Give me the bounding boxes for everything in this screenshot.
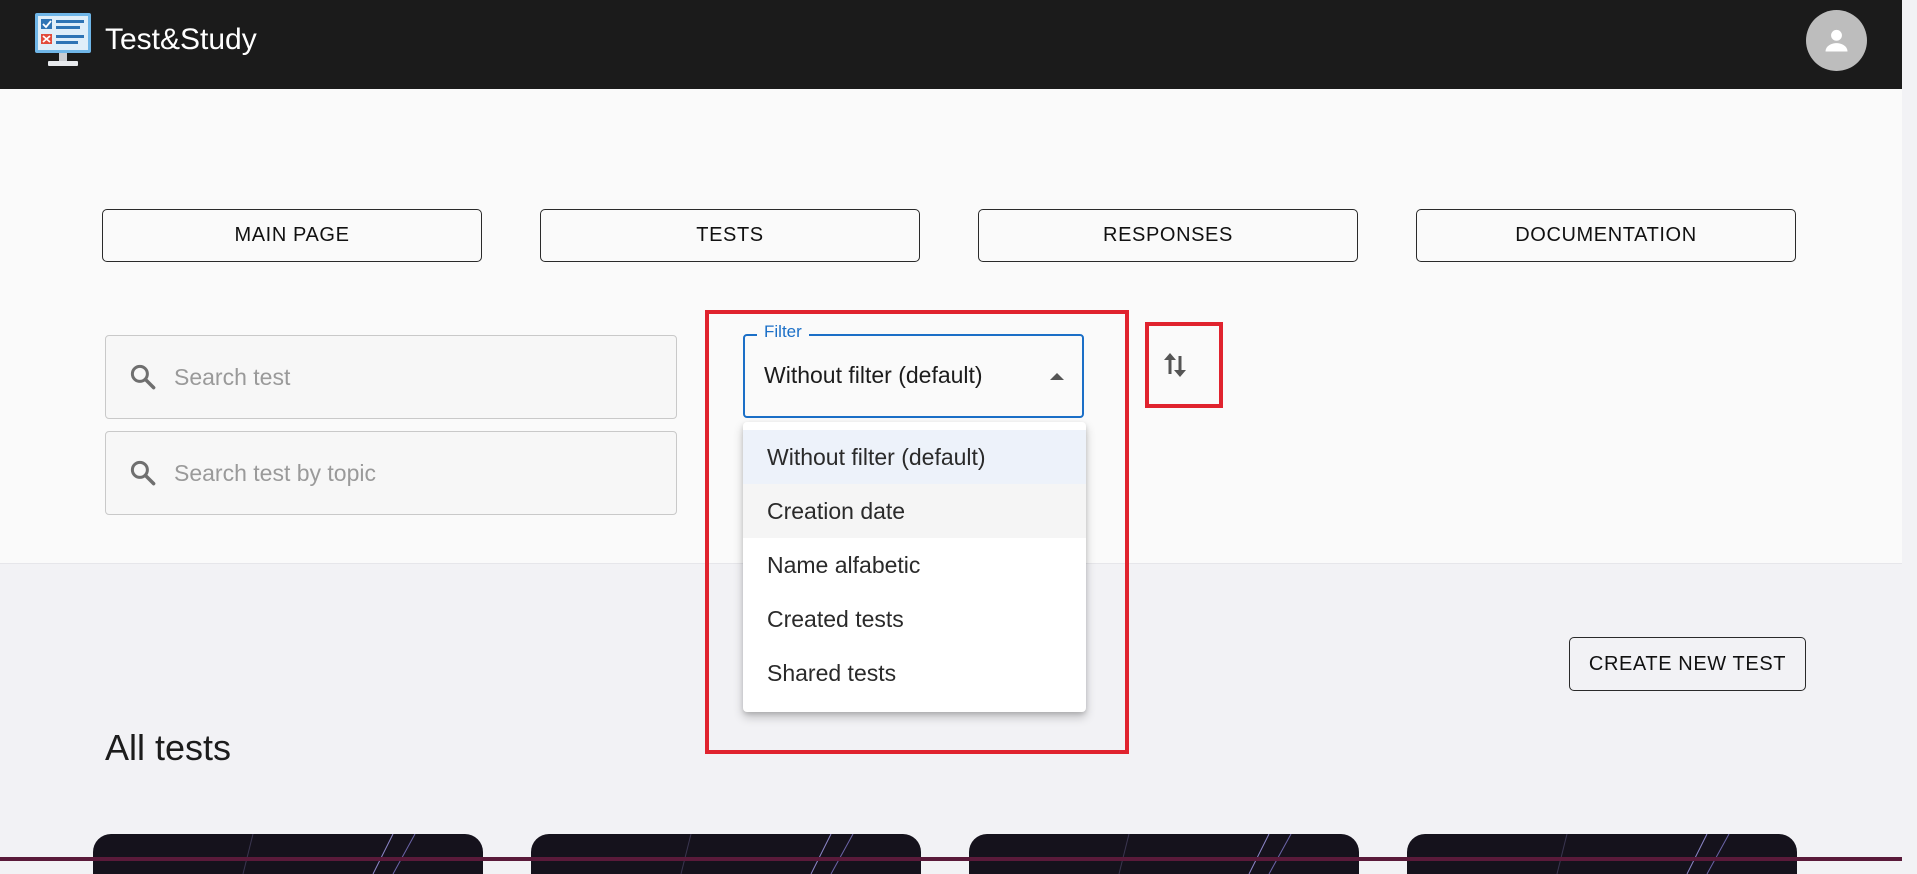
test-card[interactable] <box>93 834 483 874</box>
dropdown-caret-icon[interactable] <box>1050 373 1064 380</box>
sort-icon[interactable] <box>1160 347 1190 383</box>
account-avatar-button[interactable] <box>1806 10 1867 71</box>
search-topic-input[interactable]: Search test by topic <box>105 431 677 515</box>
account-icon <box>1825 29 1848 52</box>
app-brand-title[interactable]: Test&Study <box>105 22 257 58</box>
test-card-image <box>680 834 854 874</box>
test-card[interactable] <box>969 834 1359 874</box>
nav-main-page-button[interactable]: MAIN PAGE <box>102 209 482 262</box>
search-test-placeholder: Search test <box>174 364 291 390</box>
taskbar-edge <box>0 857 1902 861</box>
test-card-image <box>1118 834 1292 874</box>
filter-option-name-alfabetic[interactable]: Name alfabetic <box>743 538 1086 592</box>
filter-option-creation-date[interactable]: Creation date <box>743 484 1086 538</box>
nav-documentation-button[interactable]: DOCUMENTATION <box>1416 209 1796 262</box>
test-card-image <box>242 834 416 874</box>
top-app-bar: Test&Study <box>0 0 1902 89</box>
filter-option-created-tests[interactable]: Created tests <box>743 592 1086 646</box>
search-icon <box>130 460 156 486</box>
filter-option-shared-tests[interactable]: Shared tests <box>743 646 1086 700</box>
test-card[interactable] <box>531 834 921 874</box>
app-logo-icon[interactable] <box>34 12 92 68</box>
all-tests-heading: All tests <box>105 727 232 768</box>
filter-dropdown-menu: Without filter (default) Creation date N… <box>743 422 1086 712</box>
test-card[interactable] <box>1407 834 1797 874</box>
nav-tests-button[interactable]: TESTS <box>540 209 920 262</box>
filter-option-without-filter[interactable]: Without filter (default) <box>743 430 1086 484</box>
test-card-image <box>1556 834 1730 874</box>
filter-selected-value[interactable]: Without filter (default) <box>764 362 983 389</box>
page-scrollbar[interactable] <box>1902 0 1917 861</box>
search-test-input[interactable]: Search test <box>105 335 677 419</box>
filter-label: Filter <box>757 322 809 342</box>
search-icon <box>130 364 156 390</box>
nav-responses-button[interactable]: RESPONSES <box>978 209 1358 262</box>
search-topic-placeholder: Search test by topic <box>174 460 376 486</box>
create-new-test-button[interactable]: CREATE NEW TEST <box>1569 637 1806 691</box>
